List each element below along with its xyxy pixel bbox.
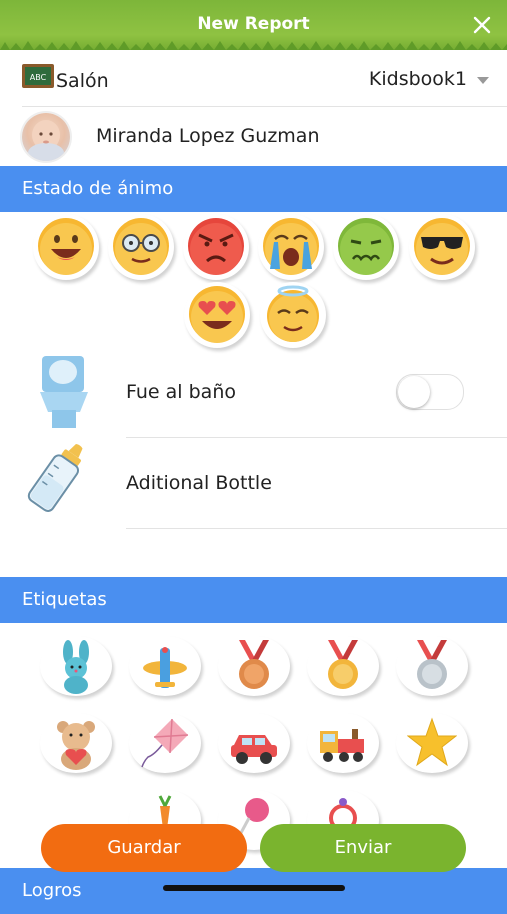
angel-face-icon[interactable] — [260, 282, 326, 348]
divider — [126, 528, 507, 529]
gold-medal-icon[interactable] — [307, 636, 379, 696]
angry-face-icon[interactable] — [183, 214, 249, 280]
sunglasses-face-icon[interactable] — [409, 214, 475, 280]
chalkboard-icon: ABC — [22, 64, 54, 88]
bronze-medal-icon[interactable] — [218, 636, 290, 696]
activity-row-bottle: Aditional Bottle — [0, 440, 507, 530]
activity-label: Fue al baño — [126, 381, 236, 403]
activity-row-bathroom: Fue al baño — [0, 350, 507, 438]
salon-dropdown[interactable]: Kidsbook1 — [369, 68, 489, 90]
avatar — [22, 113, 70, 161]
happy-face-icon[interactable] — [33, 214, 99, 280]
toy-car-icon[interactable] — [218, 713, 290, 773]
student-row: Miranda Lopez Guzman — [0, 107, 507, 165]
close-icon[interactable] — [467, 10, 497, 40]
app-header: New Report — [0, 0, 507, 50]
teddy-bear-icon[interactable] — [40, 713, 112, 773]
achievements-section-title: Logros — [22, 880, 82, 901]
airplane-icon[interactable] — [129, 636, 201, 696]
page-title: New Report — [197, 14, 310, 34]
tags-section-title: Etiquetas — [22, 589, 107, 610]
tags-section-header: Etiquetas — [0, 577, 507, 623]
silver-medal-icon[interactable] — [396, 636, 468, 696]
toilet-icon — [40, 356, 88, 428]
kite-icon[interactable] — [129, 713, 201, 773]
mood-section-header: Estado de ánimo — [0, 166, 507, 212]
mood-section-title: Estado de ánimo — [22, 178, 174, 199]
bunny-icon[interactable] — [40, 636, 112, 696]
toggle-knob — [398, 376, 430, 408]
baby-bottle-icon — [27, 444, 83, 512]
salon-selected-value: Kidsbook1 — [368, 68, 467, 90]
send-button[interactable]: Enviar — [260, 824, 466, 872]
salon-row: ABC Salón Kidsbook1 — [0, 50, 507, 106]
divider — [126, 437, 507, 438]
star-icon[interactable] — [396, 713, 468, 773]
heart-eyes-face-icon[interactable] — [184, 282, 250, 348]
home-indicator — [163, 885, 345, 891]
save-button[interactable]: Guardar — [41, 824, 247, 872]
crying-face-icon[interactable] — [258, 214, 324, 280]
activity-label: Aditional Bottle — [126, 472, 272, 494]
chevron-down-icon — [477, 76, 489, 84]
svg-text:ABC: ABC — [30, 73, 47, 82]
bathroom-toggle[interactable] — [396, 374, 464, 410]
sick-face-icon[interactable] — [333, 214, 399, 280]
toy-train-icon[interactable] — [307, 713, 379, 773]
salon-label: Salón — [56, 70, 109, 92]
student-name: Miranda Lopez Guzman — [96, 125, 320, 147]
glasses-face-icon[interactable] — [108, 214, 174, 280]
grass-decoration — [0, 41, 507, 50]
achievements-section-header: Logros — [0, 868, 507, 914]
